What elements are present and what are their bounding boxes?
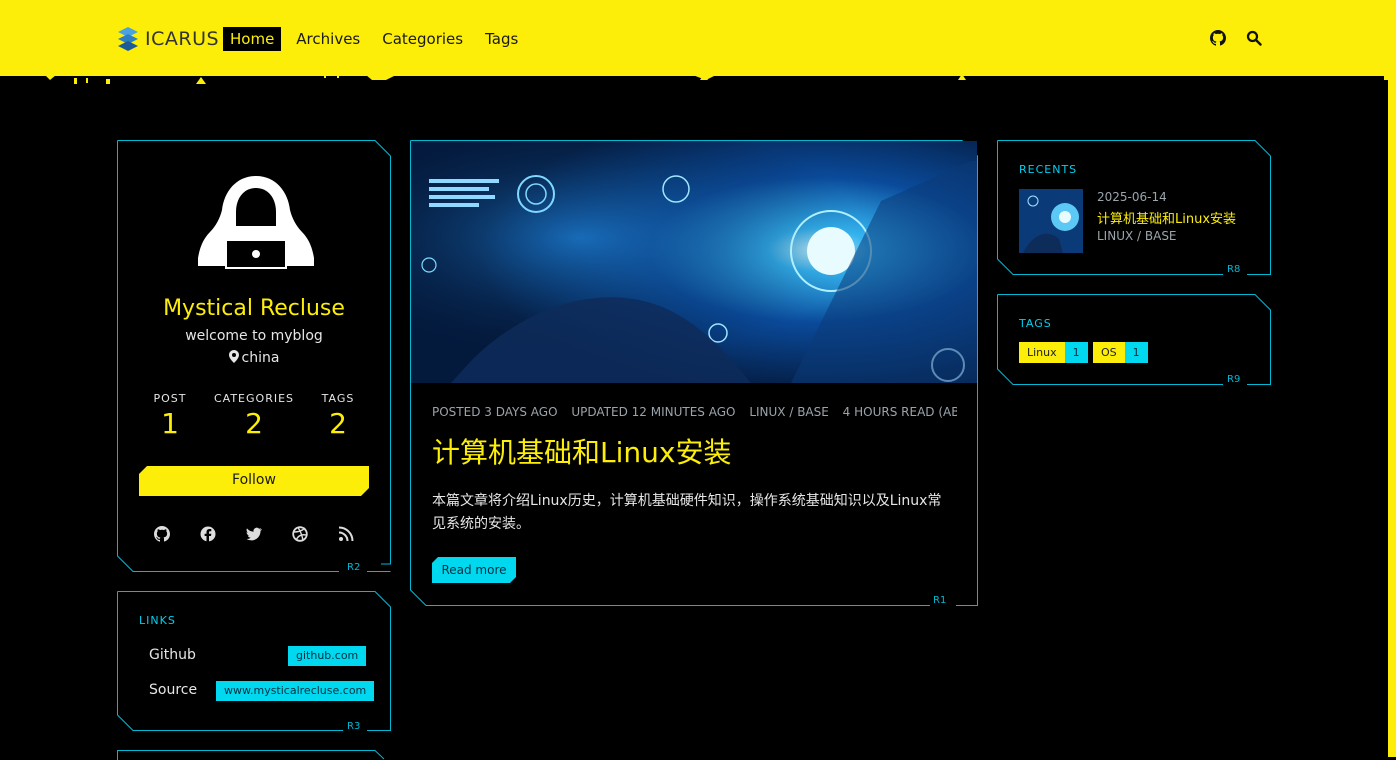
article-title[interactable]: 计算机基础和Linux安装 <box>432 431 731 471</box>
dribbble-icon[interactable] <box>292 526 308 542</box>
tag-linux[interactable]: Linux 1 <box>1019 342 1088 363</box>
tag-count: 1 <box>1064 342 1088 363</box>
tag-name: OS <box>1093 342 1125 363</box>
hacker-avatar <box>198 176 314 269</box>
card-label: R9 <box>1227 374 1241 385</box>
profile-location: china <box>117 350 391 366</box>
stat-value: 2 <box>329 407 347 440</box>
stat-value: 1 <box>161 407 179 440</box>
follow-button[interactable]: Follow <box>139 466 369 496</box>
meta-updated: UPDATED 12 MINUTES AGO <box>571 405 736 419</box>
card-label: R3 <box>347 721 361 732</box>
logo-icon <box>118 27 138 51</box>
tags-card <box>997 294 1271 385</box>
stat-label: POST <box>153 392 187 405</box>
link-url-tag[interactable]: www.mysticalrecluse.com <box>216 681 375 701</box>
article-cover-image[interactable] <box>411 141 977 383</box>
card-frame <box>997 294 1271 385</box>
tag-os[interactable]: OS 1 <box>1093 342 1148 363</box>
next-card-frame <box>117 750 385 760</box>
read-more-button[interactable]: Read more <box>432 557 516 583</box>
search-icon[interactable] <box>1246 30 1262 46</box>
recents-title: RECENTS <box>1019 163 1078 176</box>
link-name[interactable]: Source <box>149 682 197 698</box>
tag-name: Linux <box>1019 342 1065 363</box>
stat-posts[interactable]: POST 1 <box>125 392 215 440</box>
article-meta: POSTED 3 DAYS AGO UPDATED 12 MINUTES AGO… <box>432 405 957 419</box>
card-label: R8 <box>1227 264 1241 275</box>
facebook-icon[interactable] <box>200 526 216 542</box>
link-name[interactable]: Github <box>149 647 196 663</box>
stat-label: CATEGORIES <box>213 392 295 405</box>
github-icon[interactable] <box>154 526 170 542</box>
nav-home[interactable]: Home <box>223 27 282 51</box>
meta-posted: POSTED 3 DAYS AGO <box>432 405 558 419</box>
links-title: LINKS <box>139 614 176 627</box>
meta-readtime: 4 HOURS READ (ABOUT 3196 <box>842 405 957 419</box>
article-excerpt: 本篇文章将介绍Linux历史，计算机基础硬件知识，操作系统基础知识以及Linux… <box>432 493 942 532</box>
site-logo[interactable]: ICARUS <box>117 26 219 52</box>
tag-count: 1 <box>1124 342 1148 363</box>
recent-post-thumbnail[interactable] <box>1019 189 1083 253</box>
stat-label: TAGS <box>321 392 355 405</box>
recent-post-title[interactable]: 计算机基础和Linux安装 <box>1097 208 1236 227</box>
link-url-tag[interactable]: github.com <box>288 646 367 666</box>
brand-name: ICARUS <box>145 28 220 50</box>
profile-name: Mystical Recluse <box>163 296 345 321</box>
main-nav: Home Archives Categories Tags <box>223 27 533 51</box>
card-label: R2 <box>347 562 361 573</box>
nav-categories[interactable]: Categories <box>375 27 470 51</box>
page-scrollbar[interactable] <box>1388 0 1396 757</box>
meta-category[interactable]: LINUX / BASE <box>749 405 829 419</box>
tags-title: TAGS <box>1019 317 1052 330</box>
card-label: R1 <box>933 595 947 606</box>
stat-value: 2 <box>245 407 263 440</box>
twitter-icon[interactable] <box>246 526 263 542</box>
nav-tags[interactable]: Tags <box>478 27 525 51</box>
stat-categories[interactable]: CATEGORIES 2 <box>209 392 299 440</box>
stat-tags[interactable]: TAGS 2 <box>293 392 383 440</box>
github-icon[interactable] <box>1210 30 1226 46</box>
location-text: china <box>241 350 280 366</box>
recent-post-date: 2025-06-14 <box>1097 190 1167 204</box>
nav-archives[interactable]: Archives <box>289 27 367 51</box>
recent-post-category[interactable]: LINUX / BASE <box>1097 229 1177 243</box>
profile-tagline: welcome to myblog <box>185 328 323 344</box>
rss-icon[interactable] <box>338 526 354 542</box>
map-marker-icon <box>228 350 239 363</box>
nav-icon-group <box>1210 30 1262 46</box>
